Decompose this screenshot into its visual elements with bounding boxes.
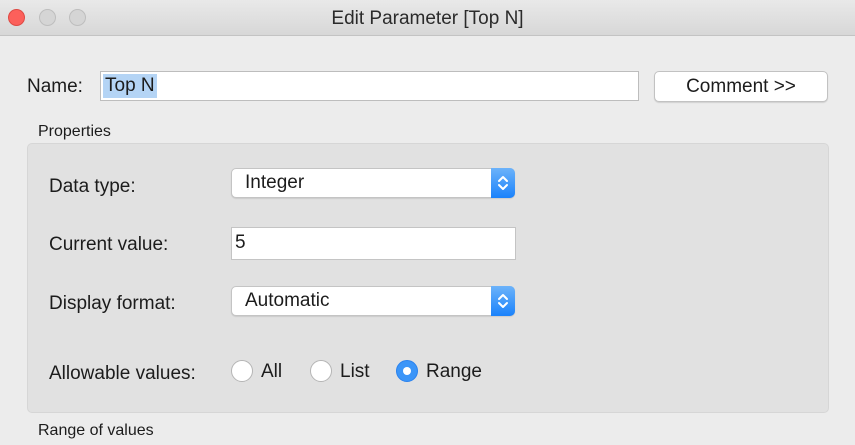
data-type-label: Data type:	[49, 176, 136, 197]
radio-list-label[interactable]: List	[340, 361, 370, 383]
name-label: Name:	[27, 76, 83, 97]
data-type-chevron-updown-icon	[491, 168, 515, 198]
current-value-label: Current value:	[49, 234, 169, 255]
range-of-values-section-label: Range of values	[38, 422, 154, 439]
display-format-value: Automatic	[245, 290, 330, 311]
radio-range-label[interactable]: Range	[426, 361, 482, 383]
name-field[interactable]: Top N	[100, 71, 639, 101]
radio-range-button[interactable]	[396, 360, 418, 382]
comment-button[interactable]: Comment >>	[654, 71, 828, 102]
current-value-field[interactable]: 5	[231, 227, 516, 260]
radio-all-label[interactable]: All	[261, 361, 282, 383]
data-type-value: Integer	[245, 172, 305, 193]
radio-list-button[interactable]	[310, 360, 332, 382]
display-format-chevron-updown-icon	[491, 286, 515, 316]
properties-section-label: Properties	[38, 123, 111, 140]
display-format-select[interactable]: Automatic	[231, 286, 515, 316]
name-field-value: Top N	[103, 74, 157, 98]
radio-all-button[interactable]	[231, 360, 253, 382]
allowable-values-label: Allowable values:	[49, 363, 196, 384]
edit-parameter-dialog: Edit Parameter [Top N] Name: Top N Comme…	[0, 0, 855, 445]
data-type-select[interactable]: Integer	[231, 168, 515, 198]
display-format-label: Display format:	[49, 293, 176, 314]
window-title: Edit Parameter [Top N]	[331, 8, 524, 29]
title-bar[interactable]: Edit Parameter [Top N]	[0, 0, 855, 36]
